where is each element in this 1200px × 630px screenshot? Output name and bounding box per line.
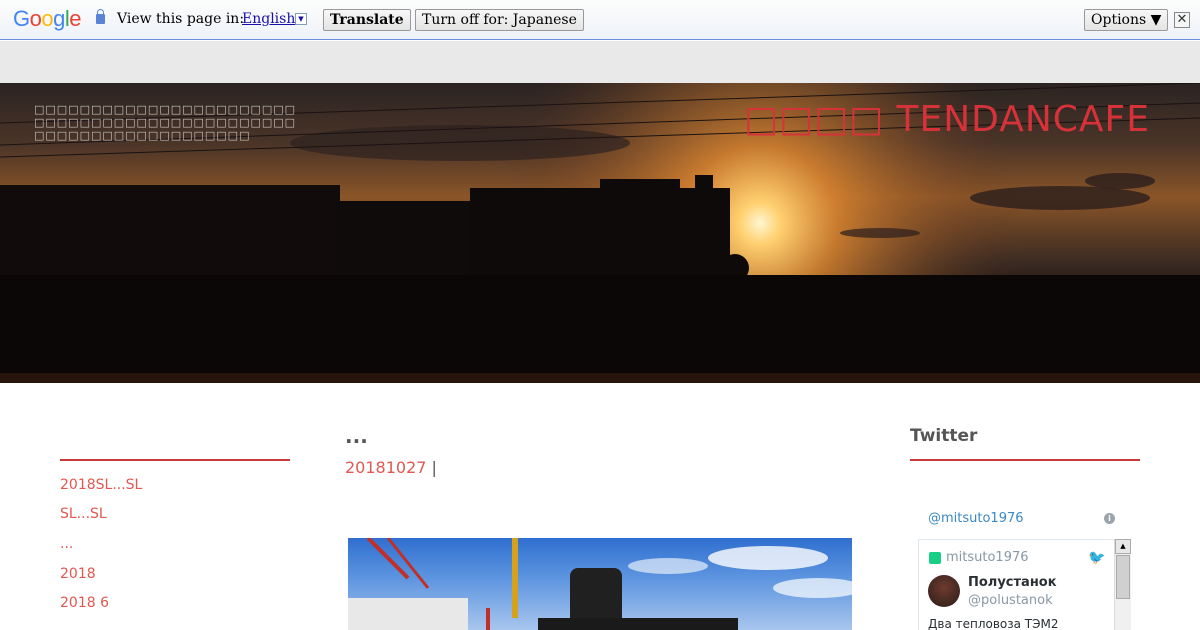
language-select[interactable]: English (242, 11, 295, 27)
tweet-text: Два тепловоза ТЭМ2 (928, 617, 1059, 630)
options-button[interactable]: Options ▼ (1084, 9, 1169, 31)
timeline-handle-link[interactable]: @mitsuto1976 (928, 511, 1024, 526)
tweet-author-name[interactable]: Полустанок (968, 575, 1057, 590)
sidebar-link[interactable]: ... (60, 536, 73, 552)
retweeted-by[interactable]: mitsuto1976 (946, 550, 1029, 565)
lock-icon (96, 9, 105, 24)
chevron-down-icon[interactable]: ▼ (295, 13, 307, 25)
site-tagline: □□□□□□□□□□□□□□□□□□□□□□□□□□□□□□□□□□□□□□□□… (34, 103, 297, 142)
sidebar-link[interactable]: 2018 (60, 566, 96, 582)
turn-off-button[interactable]: Turn off for: Japanese (415, 9, 584, 31)
info-icon[interactable]: i (1104, 513, 1115, 524)
sidebar-link[interactable]: 2018SL...SL (60, 477, 142, 493)
left-sidebar-divider (60, 459, 290, 461)
post-date[interactable]: 20181027 (345, 458, 426, 477)
post-title[interactable]: ... (345, 424, 368, 448)
twitter-bird-icon[interactable]: 🐦 (1088, 550, 1105, 566)
post-meta: 20181027 | (345, 458, 437, 477)
scrollbar-thumb[interactable] (1116, 555, 1130, 599)
retweet-icon (929, 552, 941, 564)
timeline-scrollbar[interactable]: ▲ (1114, 539, 1131, 630)
google-logo: Google (13, 6, 82, 31)
sidebar-link[interactable]: 2018 6 (60, 595, 109, 611)
twitter-widget-title: Twitter (910, 426, 978, 446)
submarine-photo (348, 538, 852, 630)
close-icon[interactable]: ✕ (1174, 12, 1190, 28)
translate-prompt: View this page in: (117, 11, 245, 27)
top-strip (0, 41, 1200, 83)
scroll-up-icon[interactable]: ▲ (1115, 539, 1131, 554)
right-sidebar-divider (910, 459, 1140, 461)
translate-button[interactable]: Translate (323, 9, 411, 31)
header-banner: □□□□□□□□□□□□□□□□□□□□□□□□□□□□□□□□□□□□□□□□… (0, 83, 1200, 383)
avatar[interactable] (928, 575, 960, 607)
post-image[interactable] (348, 538, 852, 630)
translate-bar: Google View this page in: English ▼ Tran… (0, 0, 1200, 40)
site-title[interactable]: □□□□ TENDANCAFE (744, 99, 1150, 140)
meta-separator: | (431, 458, 437, 477)
sidebar-link[interactable]: SL...SL (60, 506, 107, 522)
tweet-author-username[interactable]: @polustanok (968, 593, 1053, 608)
